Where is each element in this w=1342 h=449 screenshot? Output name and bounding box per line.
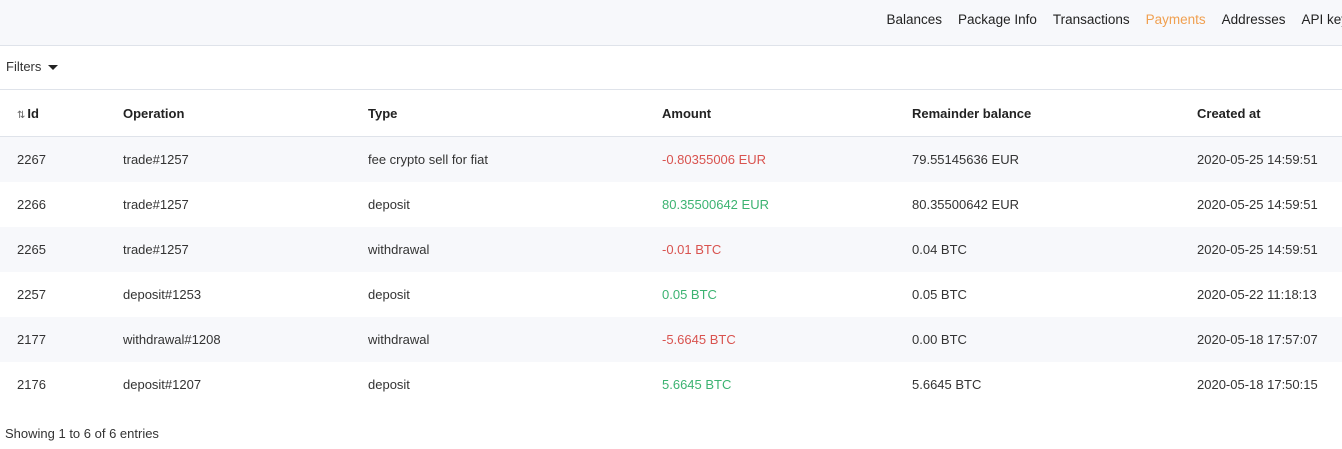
divider	[0, 89, 1342, 90]
cell-amount: 80.35500642 EUR	[662, 182, 912, 227]
cell-remainder-balance: 0.04 BTC	[912, 227, 1197, 272]
cell-created-at: 2020-05-25 14:59:51	[1197, 136, 1342, 182]
cell-amount: 5.6645 BTC	[662, 362, 912, 407]
cell-id: 2177	[0, 317, 123, 362]
cell-type: fee crypto sell for fiat	[368, 136, 662, 182]
cell-created-at: 2020-05-25 14:59:51	[1197, 182, 1342, 227]
main-nav: Balances Package Info Transactions Payme…	[871, 0, 1342, 38]
cell-id: 2265	[0, 227, 123, 272]
payments-table: ⇅ Id Operation Type Amount Remainder bala…	[0, 91, 1342, 407]
table-row: 2265 trade#1257 withdrawal -0.01 BTC 0.04 BT…	[0, 227, 1342, 272]
nav-balances[interactable]: Balances	[887, 12, 943, 27]
column-header-amount[interactable]: Amount	[662, 91, 912, 137]
table-row: 2177 withdrawal#1208 withdrawal -5.6645 BTC…	[0, 317, 1342, 362]
cell-id: 2266	[0, 182, 123, 227]
cell-operation: deposit#1253	[123, 272, 368, 317]
cell-type: deposit	[368, 362, 662, 407]
table-row: 2267 trade#1257 fee crypto sell for fiat -0…	[0, 136, 1342, 182]
cell-remainder-balance: 5.6645 BTC	[912, 362, 1197, 407]
cell-created-at: 2020-05-25 14:59:51	[1197, 227, 1342, 272]
cell-created-at: 2020-05-18 17:57:07	[1197, 317, 1342, 362]
column-header-id[interactable]: ⇅ Id	[0, 91, 123, 137]
cell-remainder-balance: 79.55145636 EUR	[912, 136, 1197, 182]
nav-transactions[interactable]: Transactions	[1053, 12, 1130, 27]
caret-down-icon	[48, 65, 59, 70]
cell-id: 2267	[0, 136, 123, 182]
filters-toggle[interactable]: Filters	[6, 59, 59, 74]
cell-remainder-balance: 0.00 BTC	[912, 317, 1197, 362]
cell-remainder-balance: 80.35500642 EUR	[912, 182, 1197, 227]
cell-operation: trade#1257	[123, 227, 368, 272]
cell-type: withdrawal	[368, 227, 662, 272]
column-header-created-at[interactable]: Created at	[1197, 91, 1342, 137]
cell-id: 2176	[0, 362, 123, 407]
table-row: 2257 deposit#1253 deposit 0.05 BTC 0.05 BTC 2…	[0, 272, 1342, 317]
cell-amount: 0.05 BTC	[662, 272, 912, 317]
column-header-operation[interactable]: Operation	[123, 91, 368, 137]
cell-type: deposit	[368, 182, 662, 227]
nav-api-key[interactable]: API key	[1301, 12, 1342, 27]
table-row: 2266 trade#1257 deposit 80.35500642 EUR 80.3…	[0, 182, 1342, 227]
top-navbar: Balances Package Info Transactions Payme…	[0, 0, 1342, 46]
cell-amount: -0.80355006 EUR	[662, 136, 912, 182]
nav-payments[interactable]: Payments	[1146, 12, 1206, 27]
nav-package-info[interactable]: Package Info	[958, 12, 1037, 27]
cell-type: deposit	[368, 272, 662, 317]
column-header-type[interactable]: Type	[368, 91, 662, 137]
cell-id: 2257	[0, 272, 123, 317]
cell-operation: trade#1257	[123, 182, 368, 227]
cell-remainder-balance: 0.05 BTC	[912, 272, 1197, 317]
cell-type: withdrawal	[368, 317, 662, 362]
cell-amount: -0.01 BTC	[662, 227, 912, 272]
table-header-row: ⇅ Id Operation Type Amount Remainder bala…	[0, 91, 1342, 137]
sort-icon[interactable]: ⇅	[17, 110, 25, 121]
nav-addresses[interactable]: Addresses	[1222, 12, 1286, 27]
cell-created-at: 2020-05-18 17:50:15	[1197, 362, 1342, 407]
column-header-id-label: Id	[27, 106, 39, 121]
filters-label: Filters	[6, 59, 42, 74]
cell-operation: trade#1257	[123, 136, 368, 182]
cell-created-at: 2020-05-22 11:18:13	[1197, 272, 1342, 317]
table-info: Showing 1 to 6 of 6 entries	[5, 426, 159, 441]
cell-amount: -5.6645 BTC	[662, 317, 912, 362]
column-header-remainder-balance[interactable]: Remainder balance	[912, 91, 1197, 137]
cell-operation: deposit#1207	[123, 362, 368, 407]
table-body: 2267 trade#1257 fee crypto sell for fiat -0…	[0, 136, 1342, 407]
table-row: 2176 deposit#1207 deposit 5.6645 BTC 5.6645 …	[0, 362, 1342, 407]
cell-operation: withdrawal#1208	[123, 317, 368, 362]
